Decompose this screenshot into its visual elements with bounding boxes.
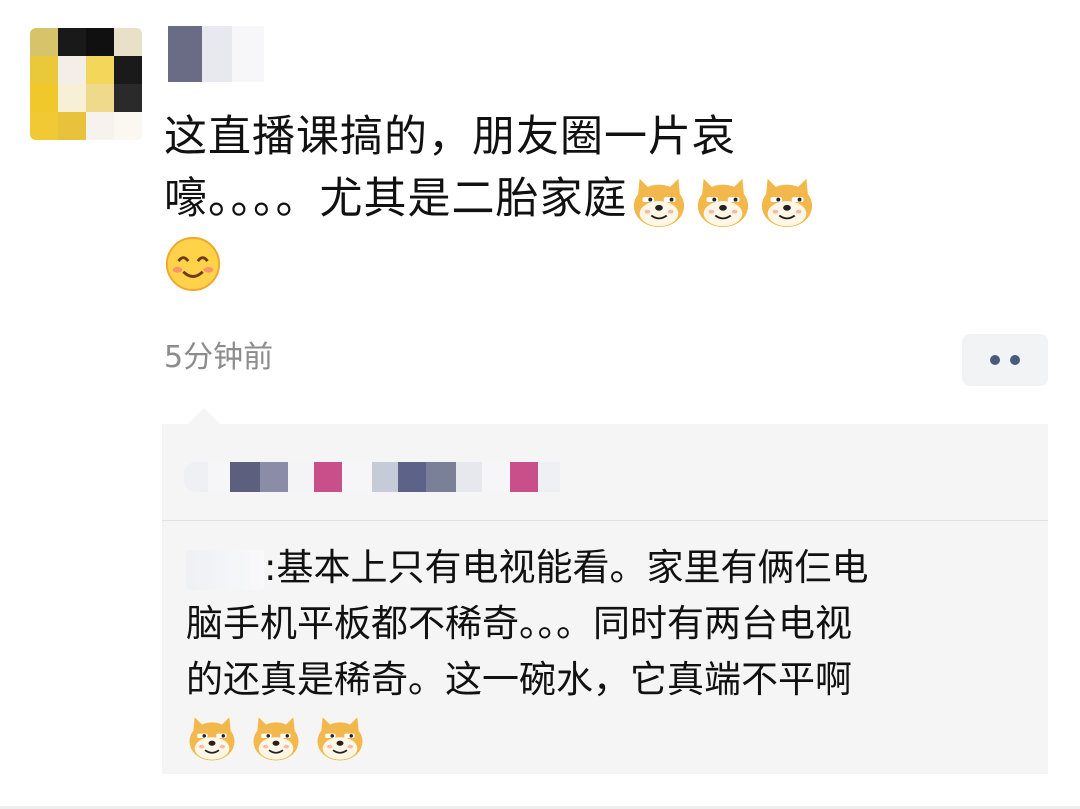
post-line: 这直播课搞的，朋友圈一片哀 (164, 112, 736, 162)
comment-item[interactable]: :基本上只有电视能看。家里有俩仨电 脑手机平板都不稀奇。。。同时有两台电视 的还… (186, 540, 1036, 764)
post-line-text: 嚎。。。。尤其是二胎家庭 (164, 174, 628, 224)
doge-emoji-icon (630, 173, 688, 231)
post-time: 5分钟前 (164, 340, 274, 375)
doge-emoji-icon (186, 712, 238, 764)
post-line: 嚎。。。。尤其是二胎家庭 (164, 168, 864, 231)
likes-list[interactable] (184, 460, 560, 494)
doge-emoji-icon (314, 712, 366, 764)
emoji-group (630, 173, 816, 231)
comment-text: 基本上只有电视能看。家里有俩仨电 (276, 546, 869, 589)
comment-section: :基本上只有电视能看。家里有俩仨电 脑手机平板都不稀奇。。。同时有两台电视 的还… (162, 408, 1048, 774)
commenter-name[interactable] (186, 549, 264, 590)
author-name[interactable] (168, 26, 264, 82)
more-dots-icon (990, 355, 1000, 365)
divider (162, 520, 1048, 521)
smile-emoji-icon (164, 235, 222, 293)
more-dots-icon (1010, 355, 1020, 365)
comment-line: 脑手机平板都不稀奇。。。同时有两台电视 (186, 602, 852, 645)
doge-emoji-icon (694, 173, 752, 231)
post-text: 这直播课搞的，朋友圈一片哀 嚎。。。。尤其是二胎家庭 (164, 106, 864, 293)
comment-line: 的还真是稀奇。这一碗水，它真端不平啊 (186, 658, 852, 701)
comment-line: :基本上只有电视能看。家里有俩仨电 (186, 540, 1036, 596)
post-line (164, 231, 864, 294)
doge-emoji-icon (758, 173, 816, 231)
more-button[interactable] (962, 334, 1048, 386)
comment-separator: : (264, 546, 277, 589)
avatar[interactable] (30, 28, 142, 140)
doge-emoji-icon (250, 712, 302, 764)
comment-emoji-line (186, 708, 1036, 764)
